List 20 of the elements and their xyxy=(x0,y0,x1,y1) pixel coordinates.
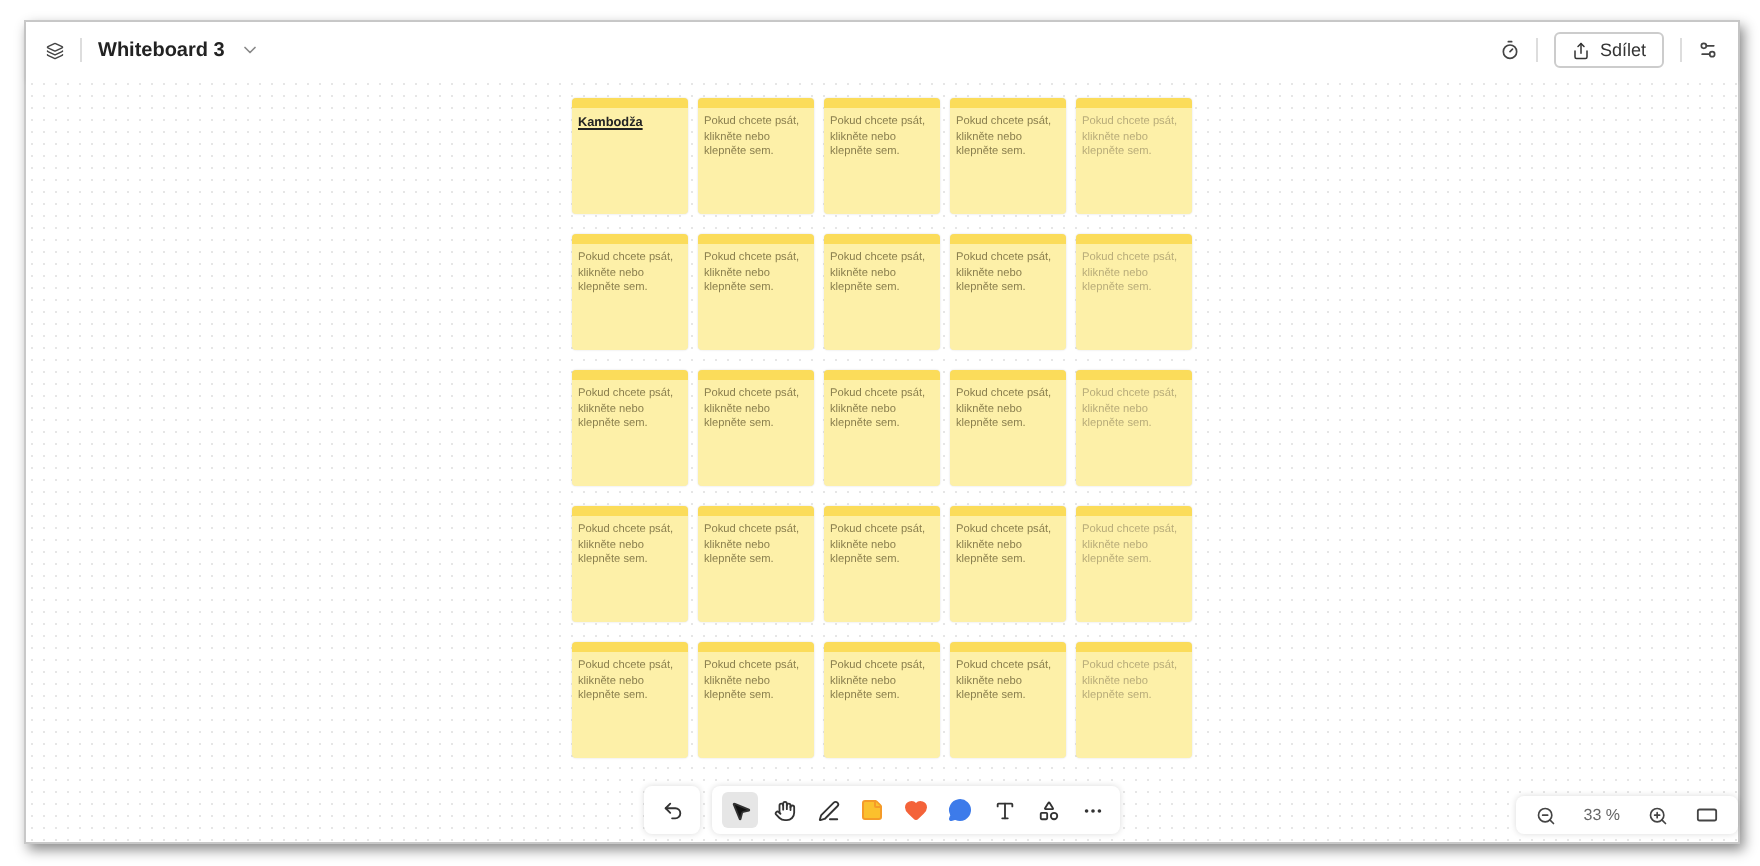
share-icon xyxy=(1571,41,1590,59)
text-icon xyxy=(993,799,1015,821)
pointer-tool[interactable] xyxy=(722,792,758,828)
zoom-in-icon[interactable] xyxy=(1648,805,1668,825)
fit-screen-icon[interactable] xyxy=(1696,804,1718,826)
undo-icon xyxy=(661,799,683,821)
shapes-icon xyxy=(1037,799,1059,821)
timer-icon[interactable] xyxy=(1499,40,1520,60)
settings-icon[interactable] xyxy=(1698,40,1718,60)
zoom-out-icon[interactable] xyxy=(1535,805,1556,825)
sticky-note-icon xyxy=(860,798,884,822)
pointer-icon xyxy=(729,799,751,821)
layers-icon[interactable] xyxy=(46,41,64,59)
hand-icon xyxy=(773,799,795,821)
board-title: Whiteboard 3 xyxy=(98,39,225,61)
zoom-level: 33 % xyxy=(1583,806,1620,824)
heart-icon xyxy=(904,798,928,822)
chat-bubble-icon xyxy=(948,798,972,822)
share-button[interactable]: Sdílet xyxy=(1553,32,1664,68)
pen-icon xyxy=(817,799,839,821)
